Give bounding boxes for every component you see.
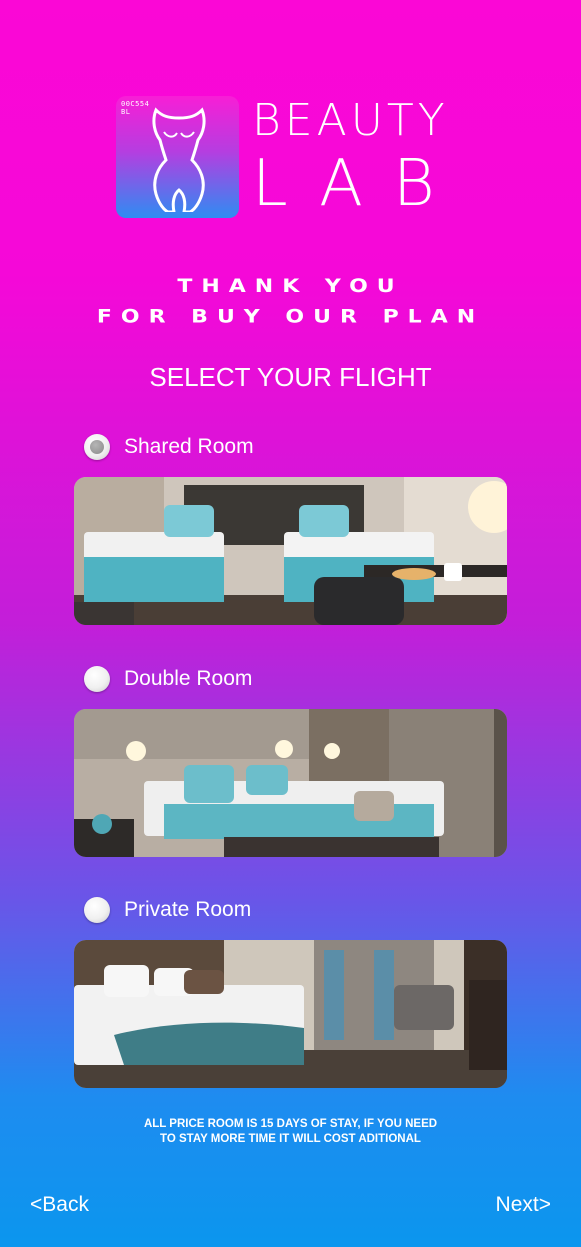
price-note: ALL PRICE ROOM IS 15 DAYS OF STAY, IF YO… (0, 1117, 581, 1147)
option-label-double-room: Double Room (124, 667, 253, 690)
radio-private-room[interactable] (84, 897, 110, 923)
option-label-shared-room: Shared Room (124, 435, 254, 458)
select-title: SELECT YOUR FLIGHT (149, 362, 432, 392)
option-shared-room[interactable]: Shared Room (84, 432, 254, 462)
radio-shared-room[interactable] (84, 434, 110, 460)
next-button[interactable]: Next> (496, 1193, 551, 1217)
option-private-room[interactable]: Private Room (84, 895, 251, 925)
brand-line-1: BEAUTY (252, 95, 449, 146)
brand-title: BEAUTY LAB (252, 95, 465, 221)
price-note-line-1: ALL PRICE ROOM IS 15 DAYS OF STAY, IF YO… (143, 1118, 438, 1130)
option-double-room[interactable]: Double Room (84, 664, 252, 694)
thank-you-line-1: THANK YOU (177, 275, 404, 297)
logo: 00C554 BL (116, 96, 239, 218)
body-silhouette-icon (152, 107, 206, 212)
price-note-line-2: TO STAY MORE TIME IT WILL COST ADITIONAL (160, 1133, 421, 1145)
shared-room-image[interactable] (74, 477, 507, 625)
thank-you-heading: THANK YOU FOR BUY OUR PLAN (0, 271, 581, 332)
option-label-private-room: Private Room (124, 898, 252, 921)
double-room-image[interactable] (74, 709, 507, 857)
private-room-image[interactable] (74, 940, 507, 1088)
radio-double-room[interactable] (84, 666, 110, 692)
thank-you-line-2: FOR BUY OUR PLAN (96, 306, 485, 328)
back-button[interactable]: <Back (30, 1193, 89, 1217)
brand-line-2: LAB (252, 147, 465, 221)
